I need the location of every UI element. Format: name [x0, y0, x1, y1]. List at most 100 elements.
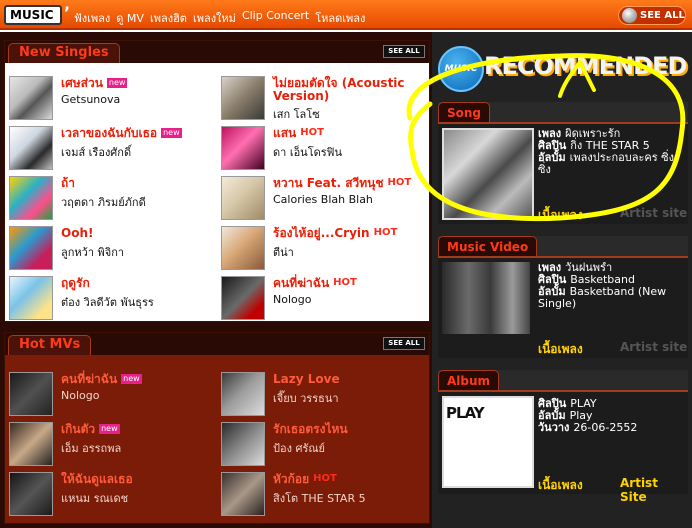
item-thumbnail[interactable] — [221, 226, 265, 270]
item-artist[interactable]: ตีน่า — [273, 243, 294, 261]
album-artist-site-link[interactable]: Artist Site — [620, 476, 688, 504]
single-item[interactable]: หวาน Feat. สวีทนุช HOT Calories Blah Blah — [219, 175, 429, 221]
new-badge: new — [121, 374, 142, 384]
item-title[interactable]: เกินตัว new — [61, 423, 221, 436]
item-artist[interactable]: Nologo — [273, 293, 311, 306]
item-title[interactable]: เศษส่วน new — [61, 77, 221, 90]
item-title[interactable]: Ooh! — [61, 227, 221, 240]
see-all-button[interactable]: SEE ALL — [618, 6, 686, 25]
nav-link-mv[interactable]: ดู MV — [116, 9, 144, 27]
nav-link-concert[interactable]: Clip Concert — [242, 9, 309, 27]
item-artist[interactable]: วฤตดา ภิรมย์ภักดี — [61, 193, 146, 211]
item-title-text: ฤดูรัก — [61, 276, 90, 290]
item-title[interactable]: หวาน Feat. สวีทนุช HOT — [273, 177, 433, 190]
recommended-panel: MUSIC RECOMMENDED Song เพลง ผิดเพราะรัก ศ… — [432, 32, 692, 528]
item-thumbnail[interactable] — [9, 422, 53, 466]
item-artist[interactable]: เจี๊ยบ วรรธนา — [273, 389, 339, 407]
song-artist-site-link[interactable]: Artist site — [620, 206, 687, 220]
mv-artist-site-link[interactable]: Artist site — [620, 340, 687, 354]
item-thumbnail[interactable] — [9, 472, 53, 516]
item-artist[interactable]: ต๋อง วิลดีวัต พันธุรร — [61, 293, 154, 311]
music-video-thumbnail[interactable] — [442, 262, 530, 334]
see-all-label: SEE ALL — [640, 10, 685, 21]
album-tab: Album — [438, 370, 500, 391]
item-title[interactable]: ถ้า — [61, 177, 221, 190]
mv-item[interactable]: รักเธอตรงไหนป้อง ศรัณย์ — [219, 421, 429, 467]
item-thumbnail[interactable] — [9, 372, 53, 416]
item-artist[interactable]: ดา เอ็นโดรฟิน — [273, 143, 342, 161]
item-thumbnail[interactable] — [221, 422, 265, 466]
single-item[interactable]: Ooh! ลูกหว้า พิจิกา — [7, 225, 217, 271]
item-thumbnail[interactable] — [221, 372, 265, 416]
item-title-text: รักเธอตรงไหน — [273, 422, 348, 436]
item-title-text: Ooh! — [61, 226, 94, 240]
item-title[interactable]: หัวก้อย HOT — [273, 473, 433, 486]
single-item[interactable]: คนที่ฆ่าฉัน HOT Nologo — [219, 275, 429, 321]
new-badge: new — [161, 128, 182, 138]
item-thumbnail[interactable] — [9, 76, 53, 120]
nav-link-hits[interactable]: เพลงฮิต — [150, 9, 187, 27]
item-title-text: ให้ฉันดูแลเธอ — [61, 472, 133, 486]
nav-link-listen[interactable]: ฟังเพลง — [74, 9, 110, 27]
music-logo[interactable]: MUSIC — [4, 5, 62, 25]
item-title[interactable]: ฤดูรัก — [61, 277, 221, 290]
item-artist[interactable]: เสก โลโซ — [273, 105, 320, 123]
item-artist[interactable]: เอ็ม อรรถพล — [61, 439, 121, 457]
item-title[interactable]: รักเธอตรงไหน — [273, 423, 433, 436]
new-singles-see-all[interactable]: SEE ALL — [383, 45, 425, 58]
item-thumbnail[interactable] — [9, 276, 53, 320]
item-artist[interactable]: ป้อง ศรัณย์ — [273, 439, 325, 457]
single-item[interactable]: แสน HOT ดา เอ็นโดรฟิน — [219, 125, 429, 171]
item-artist[interactable]: สิงโต THE STAR 5 — [273, 489, 366, 507]
item-title-text: Lazy Love — [273, 372, 340, 386]
song-body: เพลง ผิดเพราะรัก ศิลปิน กิ่ง THE STAR 5 อั… — [438, 122, 688, 224]
item-thumbnail[interactable] — [221, 126, 265, 170]
mv-lyrics-link[interactable]: เนื้อเพลง — [538, 340, 583, 359]
item-artist[interactable]: Nologo — [61, 389, 99, 402]
single-item[interactable]: ฤดูรักต๋อง วิลดีวัต พันธุรร — [7, 275, 217, 321]
item-thumbnail[interactable] — [9, 126, 53, 170]
hot-mvs-see-all[interactable]: SEE ALL — [383, 337, 425, 350]
item-title[interactable]: แสน HOT — [273, 127, 433, 140]
single-item[interactable]: ถ้า วฤตดา ภิรมย์ภักดี — [7, 175, 217, 221]
item-thumbnail[interactable] — [221, 176, 265, 220]
hot-badge: HOT — [333, 277, 357, 288]
item-artist[interactable]: แหนม รณเดช — [61, 489, 128, 507]
item-artist[interactable]: เจมส์ เรืองศักดิ์ — [61, 143, 131, 161]
item-artist[interactable]: Calories Blah Blah — [273, 193, 373, 206]
item-thumbnail[interactable] — [221, 76, 265, 120]
item-artist[interactable]: ลูกหว้า พิจิกา — [61, 243, 124, 261]
item-title[interactable]: Lazy Love — [273, 373, 433, 386]
item-thumbnail[interactable] — [221, 276, 265, 320]
mv-item[interactable]: หัวก้อย HOT สิงโต THE STAR 5 — [219, 471, 429, 517]
song-tab: Song — [438, 102, 491, 123]
item-thumbnail[interactable] — [9, 226, 53, 270]
item-thumbnail[interactable] — [221, 472, 265, 516]
mv-item[interactable]: Lazy Love เจี๊ยบ วรรธนา — [219, 371, 429, 417]
single-item[interactable]: เวลาของฉันกับเธอ new เจมส์ เรืองศักดิ์ — [7, 125, 217, 171]
item-title[interactable]: ร้องไห้อยู่...Cryin HOT — [273, 227, 433, 240]
song-lyrics-link[interactable]: เนื้อเพลง — [538, 206, 583, 225]
mv-item[interactable]: คนที่ฆ่าฉัน new Nologo — [7, 371, 217, 417]
item-title[interactable]: ไม่ยอมตัดใจ (Acoustic Version) — [273, 77, 433, 103]
item-title[interactable]: เวลาของฉันกับเธอ new — [61, 127, 221, 140]
single-item[interactable]: ไม่ยอมตัดใจ (Acoustic Version) เสก โลโซ — [219, 75, 429, 121]
hot-mvs-section: Hot MVs SEE ALL คนที่ฆ่าฉัน new Nologo Lazy… — [4, 332, 430, 524]
mv-item[interactable]: เกินตัว new เอ็ม อรรถพล — [7, 421, 217, 467]
nav-link-download[interactable]: โหลดเพลง — [315, 9, 365, 27]
single-item[interactable]: เศษส่วน new Getsunova — [7, 75, 217, 121]
item-thumbnail[interactable] — [9, 176, 53, 220]
album-cover-image[interactable]: PLAY — [442, 396, 534, 488]
item-title[interactable]: ให้ฉันดูแลเธอ — [61, 473, 221, 486]
item-title[interactable]: คนที่ฆ่าฉัน HOT — [273, 277, 433, 290]
hot-badge: HOT — [300, 127, 324, 138]
song-cover-image[interactable] — [442, 128, 534, 220]
new-singles-section: New Singles SEE ALL เศษส่วน new Getsunova ไ… — [4, 40, 430, 322]
music-badge: MUSIC — [438, 46, 484, 92]
single-item[interactable]: ร้องไห้อยู่...Cryin HOT ตีน่า — [219, 225, 429, 271]
nav-link-new[interactable]: เพลงใหม่ — [193, 9, 236, 27]
item-title[interactable]: คนที่ฆ่าฉัน new — [61, 373, 221, 386]
mv-item[interactable]: ให้ฉันดูแลเธอแหนม รณเดช — [7, 471, 217, 517]
item-artist[interactable]: Getsunova — [61, 93, 120, 106]
album-lyrics-link[interactable]: เนื้อเพลง — [538, 476, 583, 495]
